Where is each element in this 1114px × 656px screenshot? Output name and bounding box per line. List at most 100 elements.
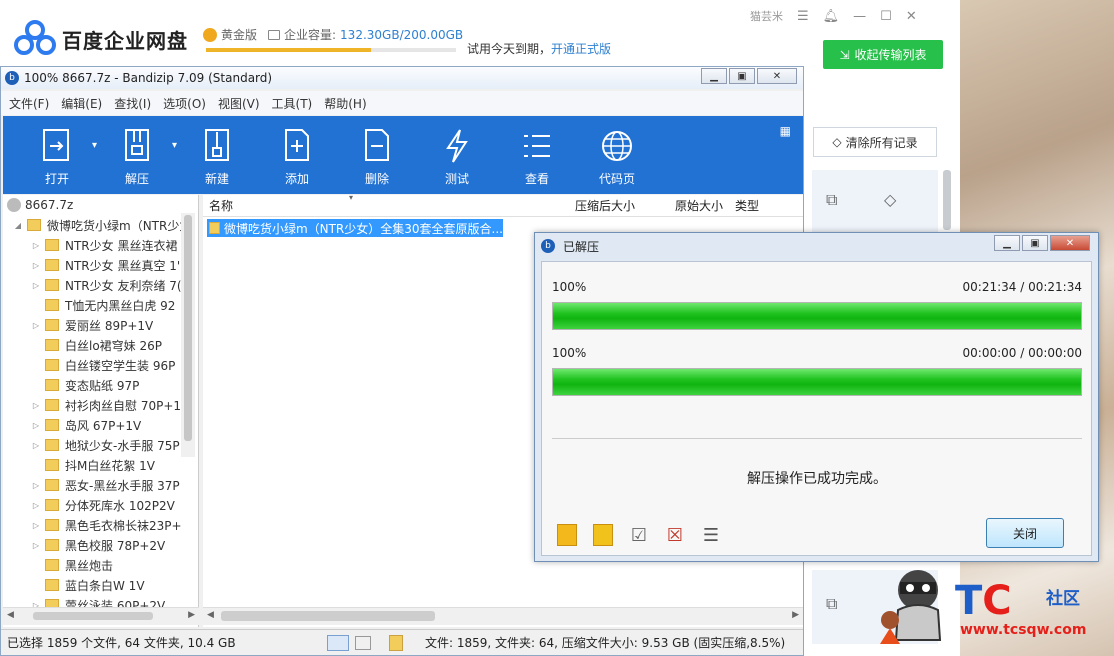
tree-item[interactable]: T恤无内黑丝白虎 92 [3,295,198,315]
open-folder-icon[interactable]: ⧉ [826,190,837,210]
close-icon[interactable]: ✕ [1050,235,1090,251]
tree-item[interactable]: ▷ 地狱少女-水手服 75P [3,435,198,455]
archive-info-icon[interactable] [389,634,403,651]
delete-check-icon[interactable]: ☒ [662,522,688,548]
tree-item[interactable]: ▷ 岛风 67P+1V [3,415,198,435]
progress-percent: 100% [552,346,587,360]
menu-view[interactable]: 视图(V) [218,95,260,112]
maximize-icon[interactable]: ▣ [729,68,755,84]
tree-item[interactable]: 黑丝炮击 [3,555,198,575]
tree-item[interactable]: ◢ 微博吃货小绿m（NTR少女 [3,215,198,235]
expand-right-icon[interactable]: ▷ [31,421,41,430]
menu-icon[interactable]: ☰ [797,9,809,24]
details-view-icon[interactable] [327,634,349,651]
tree-item[interactable]: ▷ 恶女-黑丝水手服 37P [3,475,198,495]
menu-find[interactable]: 查找(I) [114,95,151,112]
tree-item[interactable]: ▷ NTR少女 黑丝真空 1' [3,255,198,275]
test-button[interactable]: 测试 [417,116,497,194]
new-button[interactable]: 新建 [177,116,257,194]
open-zip-folder-icon[interactable] [554,522,580,548]
column-original-size[interactable]: 原始大小 [643,197,731,214]
expand-right-icon[interactable]: ▷ [31,541,41,550]
codepage-button[interactable]: 代码页 [577,116,657,194]
menu-edit[interactable]: 编辑(E) [61,95,102,112]
user-name[interactable]: 猫芸米 [750,8,783,24]
expand-right-icon[interactable]: ▷ [31,321,41,330]
menu-help[interactable]: 帮助(H) [324,95,366,112]
close-button[interactable]: 关闭 [986,518,1064,548]
tree-item[interactable]: ▷ 黑色毛衣棉长袜23P+ [3,515,198,535]
transfer-scrollbar[interactable] [943,170,951,230]
tier-badge[interactable]: 黄金版 [203,26,257,43]
expand-right-icon[interactable]: ▷ [31,521,41,530]
extract-button[interactable]: 解压 ▾ [97,116,177,194]
minimize-icon[interactable]: ▁ [701,68,727,84]
list-hscroll-thumb[interactable] [221,611,435,621]
scroll-left-icon[interactable]: ◀ [207,610,214,620]
tree-item[interactable]: ▷ NTR少女 黑丝连衣裙 [3,235,198,255]
close-icon[interactable]: ✕ [757,68,797,84]
dialog-body: 100% 00:21:34 / 00:21:34 100% 00:00:00 /… [541,261,1092,556]
column-packed-size[interactable]: 压缩后大小 [533,197,643,214]
progress-bar-fill [553,369,1081,395]
maximize-icon[interactable]: ▣ [1022,235,1048,251]
expand-right-icon[interactable]: ▷ [31,441,41,450]
open-folder-icon[interactable]: ⧉ [826,594,837,614]
bell-icon[interactable]: 🔔︎ [823,9,840,24]
tree-item[interactable]: 变态贴纸 97P [3,375,198,395]
minimize-icon[interactable]: — [853,9,866,24]
tree-item[interactable]: ▷ 分体死库水 102P2V [3,495,198,515]
tree-item[interactable]: 白丝lo裙穹妹 26P [3,335,198,355]
close-icon[interactable]: ✕ [906,9,917,24]
column-name[interactable]: 名称 [203,197,533,214]
minimize-icon[interactable]: ▁ [994,235,1020,251]
folder-icon [45,359,59,371]
expand-right-icon[interactable]: ▷ [31,281,41,290]
tree-item[interactable]: ▷ 爱丽丝 89P+1V [3,315,198,335]
maximize-icon[interactable]: ☐ [880,9,892,24]
column-type[interactable]: 类型 [731,197,791,214]
tree-item[interactable]: ▷ NTR少女 友利奈绪 7( [3,275,198,295]
clear-all-records-button[interactable]: ◇ 清除所有记录 [813,127,937,157]
collapse-transfer-list-button[interactable]: ⇲ 收起传输列表 [823,40,943,69]
upgrade-link[interactable]: 开通正式版 [551,42,611,56]
open-folder-icon[interactable] [590,522,616,548]
view-button[interactable]: 查看 [497,116,577,194]
scroll-left-icon[interactable]: ◀ [7,610,14,620]
expand-right-icon[interactable]: ▷ [31,261,41,270]
menu-file[interactable]: 文件(F) [9,95,49,112]
folder-icon [45,239,59,251]
tree-item[interactable]: ▷ 黑色校服 78P+2V [3,535,198,555]
expand-right-icon[interactable]: ▷ [31,241,41,250]
menu-tools[interactable]: 工具(T) [272,95,313,112]
bandizip-titlebar[interactable]: b 100% 8667.7z - Bandizip 7.09 (Standard… [1,67,803,89]
tree-item[interactable]: 抖M白丝花絮 1V [3,455,198,475]
bandizip-app-icon: b [541,239,555,253]
dialog-titlebar[interactable]: b 已解压 ▁ ▣ ✕ [535,233,1098,259]
tree-item[interactable]: ▷ 衬衫肉丝自慰 70P+1 [3,395,198,415]
expand-down-icon[interactable]: ◢ [13,221,23,230]
menu-options[interactable]: 选项(O) [163,95,206,112]
scroll-right-icon[interactable]: ▶ [188,610,195,620]
folder-check-icon[interactable]: ☑ [626,522,652,548]
tree-scrollbar-thumb[interactable] [184,215,192,441]
eraser-icon[interactable]: ◇ [884,190,896,209]
tree-horizontal-scrollbar[interactable]: ◀ ▶ [3,607,199,625]
expand-right-icon[interactable]: ▷ [31,481,41,490]
scroll-right-icon[interactable]: ▶ [792,610,799,620]
tree-item[interactable]: 蓝白条白W 1V [3,575,198,595]
thumbnail-view-icon[interactable] [355,635,371,650]
table-row[interactable]: 微博吃货小绿m（NTR少女）全集30套全套原版合... [207,219,503,237]
progress-time: 00:21:34 / 00:21:34 [962,280,1082,294]
tree-item[interactable]: 白丝镂空学生装 96P [3,355,198,375]
open-button[interactable]: 打开 ▾ [17,116,97,194]
expand-right-icon[interactable]: ▷ [31,401,41,410]
tree-root[interactable]: 8667.7z [3,195,198,215]
tree-hscroll-thumb[interactable] [33,612,153,620]
layout-grid-icon[interactable]: ▦ [780,124,791,138]
expand-right-icon[interactable]: ▷ [31,501,41,510]
menu-icon[interactable]: ☰ [698,522,724,548]
delete-button[interactable]: 删除 [337,116,417,194]
add-button[interactable]: 添加 [257,116,337,194]
progress-bar-file [552,368,1082,396]
